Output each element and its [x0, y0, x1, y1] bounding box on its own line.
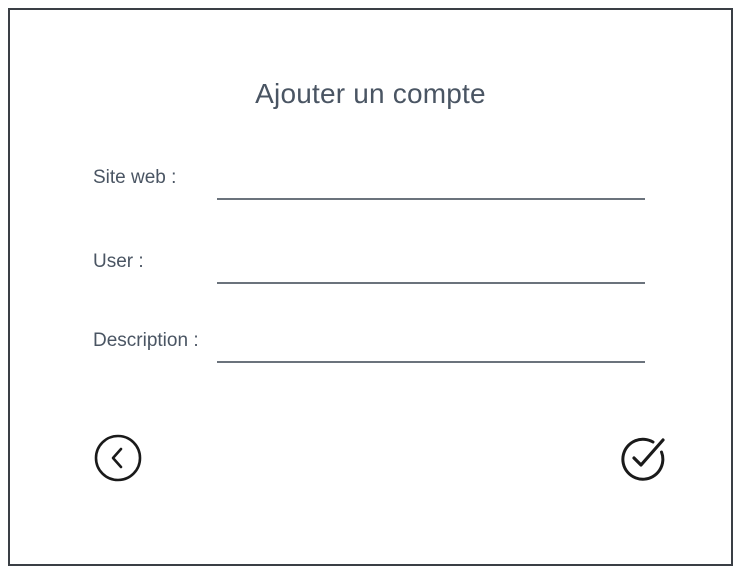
description-input[interactable] [217, 335, 645, 363]
confirm-button[interactable] [619, 432, 669, 482]
website-input[interactable] [217, 172, 645, 200]
chevron-left-circle-icon [94, 434, 142, 482]
user-label: User : [93, 251, 144, 272]
website-label: Site web : [93, 167, 177, 188]
check-circle-icon [621, 437, 665, 481]
user-input[interactable] [217, 256, 645, 284]
dialog-title: Ajouter un compte [255, 78, 486, 109]
description-label: Description : [93, 330, 199, 351]
back-button[interactable] [93, 433, 143, 483]
add-account-dialog: Ajouter un compte Site web : User : Desc… [8, 8, 733, 566]
